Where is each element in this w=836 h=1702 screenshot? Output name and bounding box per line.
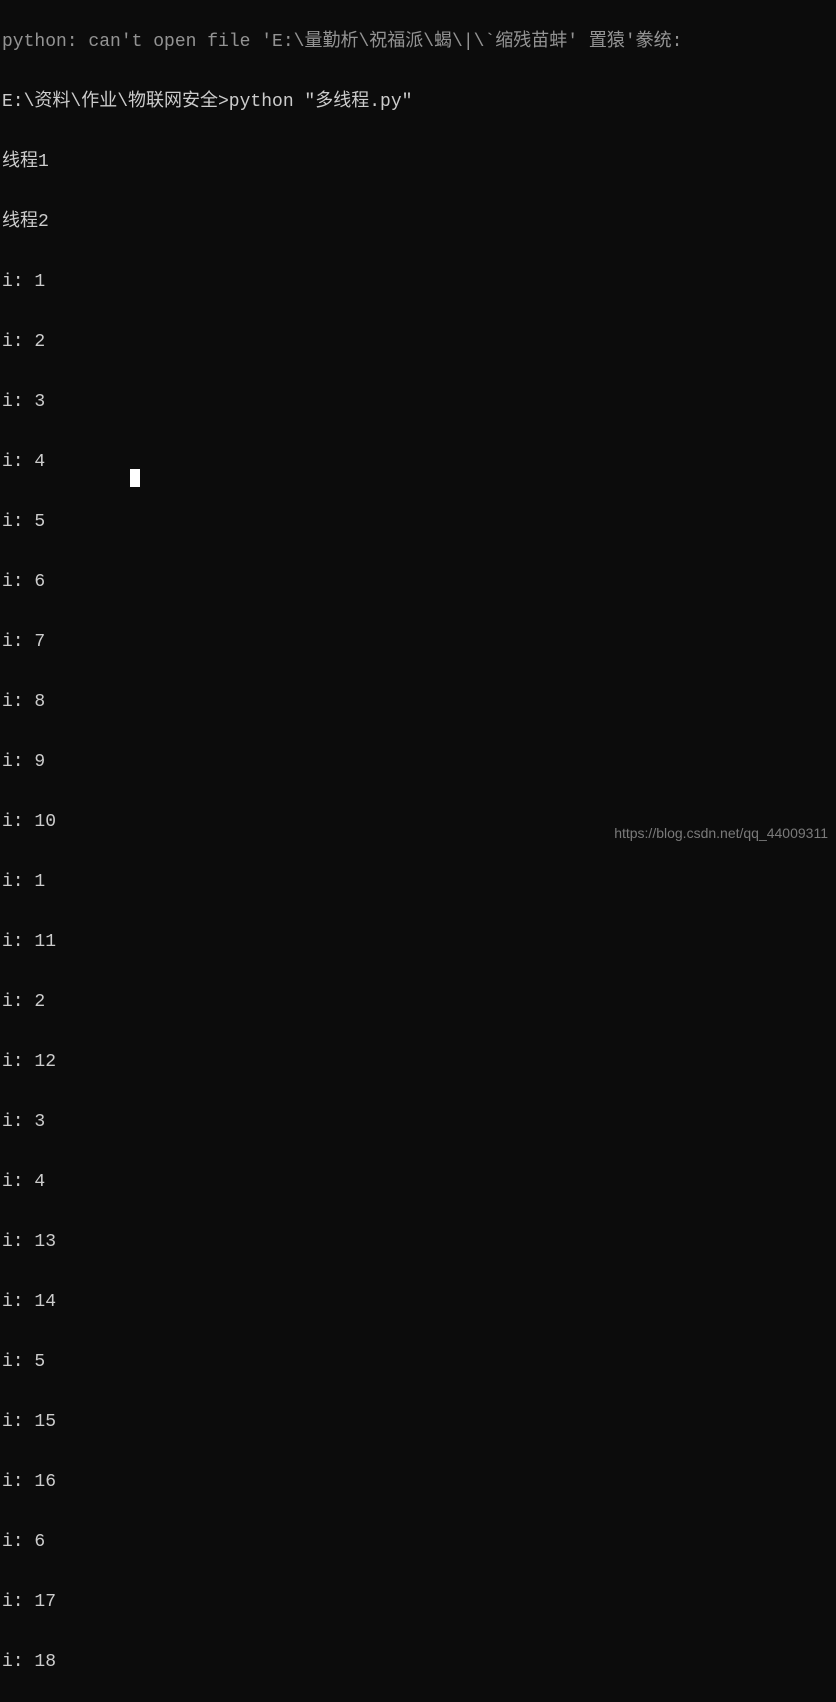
output-line: i: 3	[2, 1112, 834, 1132]
output-line: i: 4	[2, 1172, 834, 1192]
output-line: i: 1	[2, 872, 834, 892]
terminal-output[interactable]: python: can't open file 'E:\量勤析\祝福派\蝎\|\…	[0, 0, 836, 1702]
output-line: i: 16	[2, 1472, 834, 1492]
output-line: i: 1	[2, 272, 834, 292]
previous-error-line: python: can't open file 'E:\量勤析\祝福派\蝎\|\…	[2, 32, 834, 52]
output-line: i: 12	[2, 1052, 834, 1072]
output-line: i: 15	[2, 1412, 834, 1432]
output-line: i: 2	[2, 332, 834, 352]
output-line: 线程1	[2, 152, 834, 172]
output-line: i: 5	[2, 1352, 834, 1372]
output-line: i: 11	[2, 932, 834, 952]
output-line: i: 14	[2, 1292, 834, 1312]
output-line: i: 7	[2, 632, 834, 652]
output-line: i: 13	[2, 1232, 834, 1252]
command-prompt-line: E:\资料\作业\物联网安全>python "多线程.py"	[2, 92, 834, 112]
terminal-cursor	[130, 469, 140, 487]
output-line: i: 17	[2, 1592, 834, 1612]
output-line: i: 3	[2, 392, 834, 412]
output-line: i: 18	[2, 1652, 834, 1672]
output-line: i: 9	[2, 752, 834, 772]
output-line: 线程2	[2, 212, 834, 232]
output-line: i: 4	[2, 452, 834, 472]
watermark-text: https://blog.csdn.net/qq_44009311	[614, 823, 828, 843]
output-line: i: 6	[2, 572, 834, 592]
output-line: i: 8	[2, 692, 834, 712]
output-line: i: 2	[2, 992, 834, 1012]
output-line: i: 5	[2, 512, 834, 532]
output-line: i: 6	[2, 1532, 834, 1552]
